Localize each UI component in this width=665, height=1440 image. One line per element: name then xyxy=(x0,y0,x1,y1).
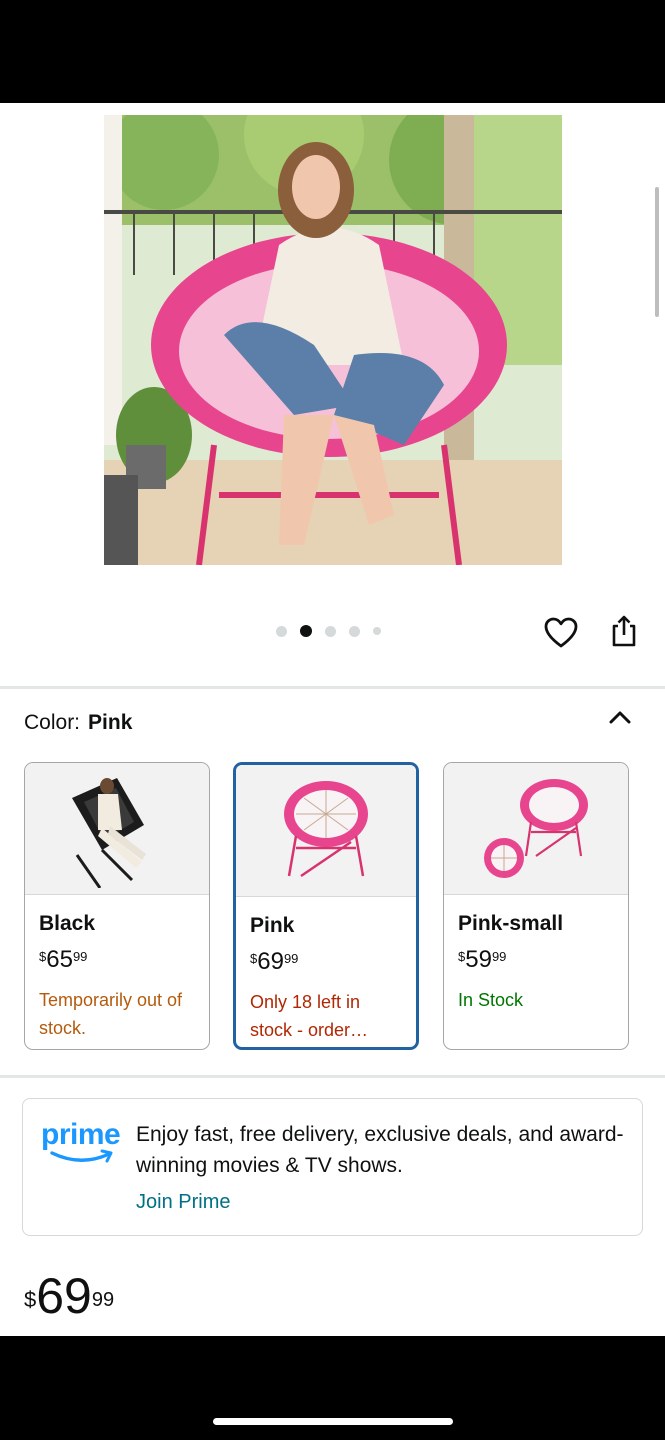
home-indicator[interactable] xyxy=(213,1418,453,1425)
pager-dot[interactable] xyxy=(276,625,287,637)
product-price: $6999 xyxy=(24,1266,114,1326)
prime-logo-text: prime xyxy=(41,1118,121,1151)
divider xyxy=(0,686,665,689)
pager-dot[interactable] xyxy=(349,625,360,637)
product-image[interactable] xyxy=(104,115,562,565)
variant-name: Pink xyxy=(250,914,295,937)
prime-promo-card[interactable]: prime Enjoy fast, free delivery, exclusi… xyxy=(22,1098,643,1236)
product-page: Color: Pink Black $6599 Temporarily out o… xyxy=(0,103,665,1336)
black-chair-thumbnail xyxy=(72,777,146,888)
variant-black[interactable]: Black $6599 Temporarily out of stock. xyxy=(24,762,210,1050)
price-fraction: 99 xyxy=(91,1289,115,1311)
variant-price-fraction: 99 xyxy=(283,951,299,966)
pager-dot[interactable] xyxy=(373,627,381,635)
variant-price-currency: $ xyxy=(39,949,47,964)
price-whole: 69 xyxy=(36,1268,92,1324)
collapse-color-button[interactable] xyxy=(600,697,640,737)
variant-stock-status: In Stock xyxy=(458,990,524,1010)
prime-message: Enjoy fast, free delivery, exclusive dea… xyxy=(136,1123,624,1177)
share-icon xyxy=(612,615,636,647)
color-selected-value: Pink xyxy=(88,711,133,734)
prime-logo: prime xyxy=(41,1119,125,1171)
variant-price: $6999 xyxy=(250,948,416,976)
variant-price-whole: 59 xyxy=(465,946,492,973)
status-bar xyxy=(0,0,665,103)
variant-image xyxy=(25,763,209,895)
share-button[interactable] xyxy=(604,611,644,651)
divider xyxy=(0,1075,665,1078)
variant-pink-small[interactable]: Pink-small $5999 In Stock xyxy=(443,762,629,1050)
variant-pink[interactable]: Pink $6999 Only 18 left in stock - order… xyxy=(233,762,419,1050)
color-label-prefix: Color: xyxy=(24,711,81,734)
pink-chair-thumbnail xyxy=(284,780,368,877)
variant-image xyxy=(444,763,628,895)
variant-stock-status: Only 18 left in stock - order… xyxy=(250,992,369,1040)
join-prime-link[interactable]: Join Prime xyxy=(136,1191,230,1214)
variant-price-currency: $ xyxy=(250,951,258,966)
pager-dot[interactable] xyxy=(325,625,336,637)
heart-icon xyxy=(544,617,578,648)
wishlist-button[interactable] xyxy=(541,613,581,653)
variant-price: $5999 xyxy=(458,946,628,974)
scrollbar[interactable] xyxy=(655,187,659,317)
variant-price-fraction: 99 xyxy=(72,949,88,964)
variant-price-whole: 69 xyxy=(257,948,284,975)
price-currency: $ xyxy=(24,1287,37,1312)
variant-price-currency: $ xyxy=(458,949,466,964)
variant-price-whole: 65 xyxy=(46,946,73,973)
variant-price: $6599 xyxy=(39,946,209,974)
variant-name: Pink-small xyxy=(458,912,564,935)
chevron-up-icon xyxy=(609,711,631,724)
pink-small-chair-thumbnail xyxy=(484,778,588,878)
variant-stock-status: Temporarily out of stock. xyxy=(39,990,183,1038)
color-selection-label: Color: Pink xyxy=(24,711,132,735)
prime-smile-icon xyxy=(50,1149,113,1163)
variant-name: Black xyxy=(39,912,96,935)
image-pager[interactable] xyxy=(276,625,381,637)
pager-dot-active[interactable] xyxy=(300,625,312,637)
variant-price-fraction: 99 xyxy=(491,949,507,964)
product-photo-illustration xyxy=(104,115,562,565)
variant-image xyxy=(236,765,416,897)
